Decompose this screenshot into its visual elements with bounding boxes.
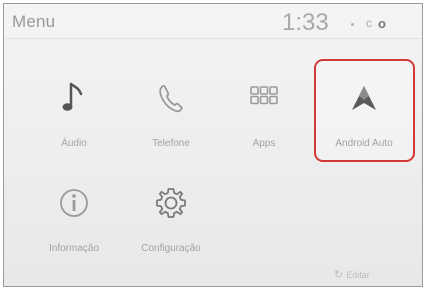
tile-android-auto[interactable]: Android Auto [320, 64, 408, 154]
music-note-icon [30, 78, 118, 118]
phone-icon [127, 78, 215, 118]
status-dot-icon [351, 23, 354, 26]
tile-phone[interactable]: Telefone [127, 64, 215, 154]
tile-label: Telefone [152, 138, 190, 149]
edit-label: Editar [346, 270, 370, 280]
tile-apps[interactable]: Apps [220, 64, 308, 154]
apps-grid-icon [220, 78, 308, 118]
tile-information[interactable]: Informação [30, 169, 118, 259]
header-divider [4, 38, 422, 39]
gear-icon [127, 183, 215, 223]
refresh-icon: ↻ [334, 269, 344, 281]
tile-label: Apps [252, 138, 276, 149]
info-icon [30, 183, 118, 223]
tile-label: Android Auto [335, 138, 393, 149]
head-unit-screen: Menu 1:33 c o Áudio Telefone Apps Androi… [3, 3, 423, 287]
tile-settings[interactable]: Configuração [127, 169, 215, 259]
page-title: Menu [12, 12, 56, 31]
android-auto-icon [320, 78, 408, 118]
tile-label: Áudio [61, 138, 87, 149]
tile-label: Informação [48, 243, 100, 254]
menu-header: Menu 1:33 c o [4, 4, 422, 38]
clock: 1:33 [282, 9, 329, 36]
tile-audio[interactable]: Áudio [30, 64, 118, 154]
signal-status-icon: o [378, 16, 386, 31]
tile-label: Configuração [141, 243, 201, 254]
connection-status-icon: c [366, 16, 372, 30]
edit-button[interactable]: ↻ Editar [334, 268, 370, 281]
